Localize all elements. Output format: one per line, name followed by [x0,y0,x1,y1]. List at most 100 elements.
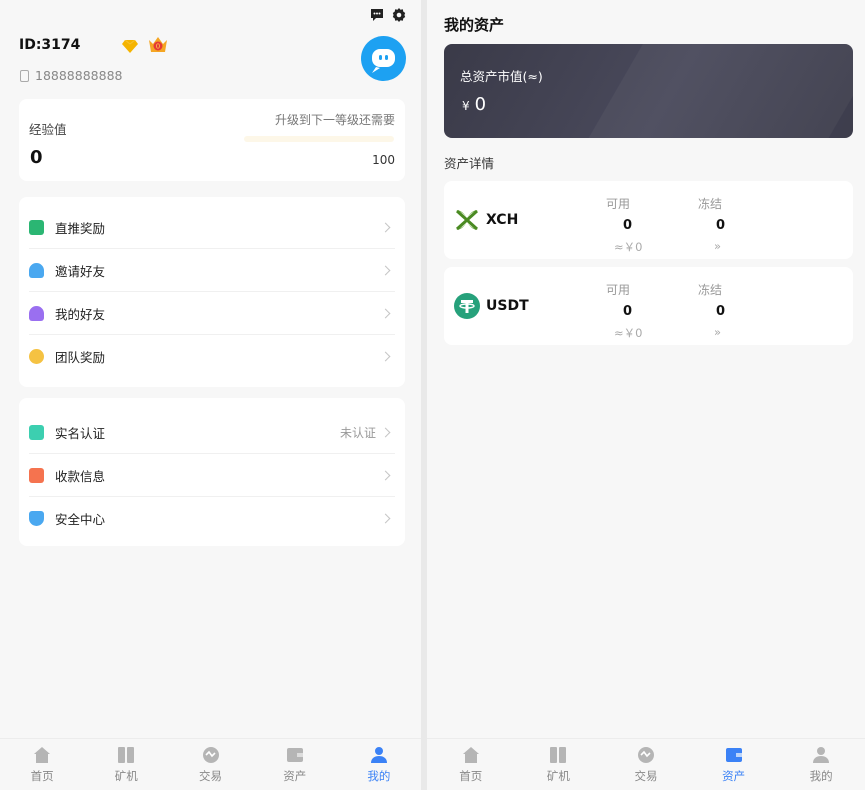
coin-name: USDT [486,298,529,314]
chevron-right-icon [381,352,391,362]
home-icon [461,745,481,765]
tab-mine[interactable]: 我的 [337,739,421,790]
available-cny: ≈￥0 [614,325,642,341]
usdt-icon [454,293,480,319]
wallet-icon [29,468,44,483]
profile-screen: ID:3174 0 18888888888 经验值 0 升级到下一等级还需要 1… [0,0,421,790]
wallet-icon [285,745,305,765]
chevron-right-icon [381,427,391,437]
experience-card: 经验值 0 升级到下一等级还需要 100 [19,99,405,181]
bottom-tab-bar: 首页 矿机 交易 资产 我的 [0,738,421,790]
phone-icon [20,70,29,82]
reward-menu: 直推奖励 邀请好友 我的好友 团队奖励 [19,197,405,387]
tab-label: 交易 [199,768,222,784]
menu-item-team-reward[interactable]: 团队奖励 [29,335,395,378]
exp-progress-bar [244,136,394,142]
available-label: 可用 [606,281,630,298]
more-chevron-icon[interactable]: » [714,239,721,253]
chevron-right-icon [381,265,391,275]
shield-icon [29,511,44,526]
total-amount: 0 [475,94,486,115]
chevron-right-icon [381,308,391,318]
menu-item-label: 邀请好友 [55,261,382,280]
svg-text:0: 0 [156,43,160,51]
tab-trade[interactable]: 交易 [602,739,690,790]
chevron-right-icon [381,514,391,524]
tab-home[interactable]: 首页 [427,739,515,790]
tab-mine[interactable]: 我的 [777,739,865,790]
tab-miner[interactable]: 矿机 [515,739,603,790]
asset-details-title: 资产详情 [444,153,494,172]
tab-assets[interactable]: 资产 [690,739,778,790]
menu-item-payment-info[interactable]: 收款信息 [29,454,395,497]
available-cny: ≈￥0 [614,239,642,255]
tab-label: 矿机 [115,768,138,784]
menu-item-direct-reward[interactable]: 直推奖励 [29,206,395,249]
menu-item-my-friends[interactable]: 我的好友 [29,292,395,335]
available-value: 0 [623,304,632,319]
menu-item-label: 直推奖励 [55,218,382,237]
tab-label: 我的 [810,768,833,784]
asset-card-xch[interactable]: XCH 可用 0 ≈￥0 冻结 0 » [444,181,853,259]
exp-value: 0 [30,147,43,168]
menu-item-label: 安全中心 [55,509,382,528]
chevron-right-icon [381,222,391,232]
tab-label: 首页 [31,768,54,784]
verification-status: 未认证 [340,424,376,441]
tab-trade[interactable]: 交易 [168,739,252,790]
avatar[interactable] [361,36,406,81]
tab-label: 资产 [283,768,306,784]
menu-item-security-center[interactable]: 安全中心 [29,497,395,540]
available-label: 可用 [606,195,630,212]
assets-screen: 我的资产 总资产市值(≈) ¥0 资产详情 XCH 可用 0 ≈￥0 冻结 0 … [427,0,865,790]
gear-icon[interactable] [391,7,407,23]
frozen-label: 冻结 [698,195,722,212]
tab-label: 交易 [634,768,657,784]
page-title: 我的资产 [444,14,504,35]
friends-icon [29,306,44,321]
account-menu: 实名认证 未认证 收款信息 安全中心 [19,398,405,546]
tab-label: 矿机 [547,768,570,784]
tab-label: 我的 [367,768,390,784]
phone-number: 18888888888 [35,68,122,83]
trade-icon [201,745,221,765]
pie-chart-icon [29,349,44,364]
user-icon [369,745,389,765]
crown-icon: 0 [146,33,170,55]
menu-item-label: 团队奖励 [55,347,382,366]
phone-row: 18888888888 [20,68,122,83]
trade-icon [636,745,656,765]
tab-label: 首页 [459,768,482,784]
bottom-tab-bar: 首页 矿机 交易 资产 我的 [427,738,865,790]
available-value: 0 [623,218,632,233]
invite-user-icon [29,263,44,278]
user-icon [811,745,831,765]
menu-item-invite-friends[interactable]: 邀请好友 [29,249,395,292]
tab-home[interactable]: 首页 [0,739,84,790]
total-assets-value: ¥0 [462,94,486,115]
more-chevron-icon[interactable]: » [714,325,721,339]
miner-icon [116,745,136,765]
user-id: ID:3174 [19,37,80,53]
frozen-value: 0 [716,304,725,319]
currency-symbol: ¥ [462,99,470,113]
tab-assets[interactable]: 资产 [253,739,337,790]
message-icon[interactable] [369,7,385,23]
coin-name: XCH [486,212,518,228]
total-assets-label: 总资产市值(≈) [460,66,543,85]
miner-icon [548,745,568,765]
exp-max: 100 [372,153,395,167]
xch-icon [454,207,480,233]
top-actions [369,7,407,23]
frozen-label: 冻结 [698,281,722,298]
menu-item-real-name[interactable]: 实名认证 未认证 [29,411,395,454]
menu-item-label: 我的好友 [55,304,382,323]
diamond-icon [122,38,138,52]
id-card-icon [29,425,44,440]
tab-label: 资产 [722,768,745,784]
exp-hint: 升级到下一等级还需要 [275,111,395,128]
asset-card-usdt[interactable]: USDT 可用 0 ≈￥0 冻结 0 » [444,267,853,345]
exp-label: 经验值 [29,119,67,138]
menu-item-label: 实名认证 [55,423,340,442]
tab-miner[interactable]: 矿机 [84,739,168,790]
